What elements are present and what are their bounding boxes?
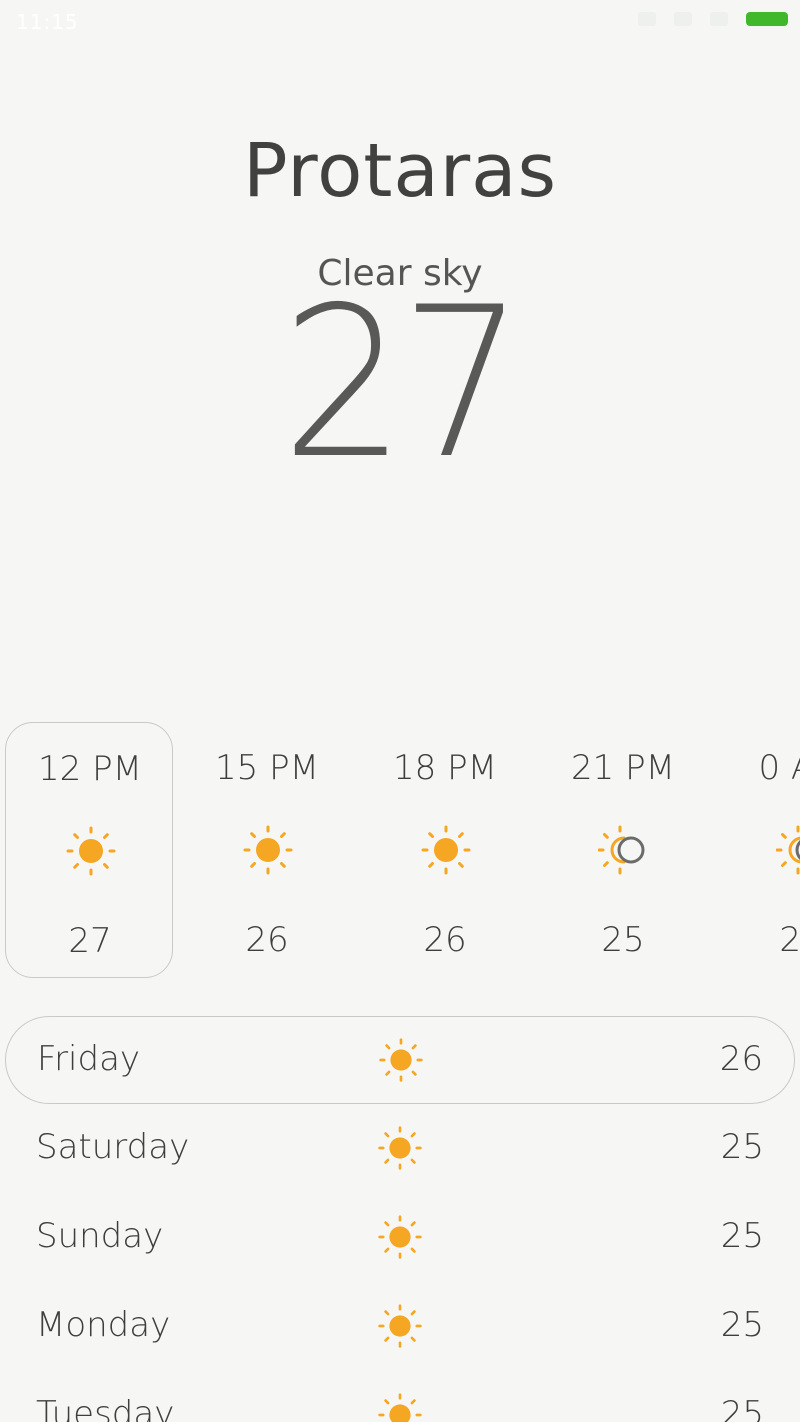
sun-icon	[377, 1303, 423, 1349]
weather-screen: 11:15 Protaras Clear sky 27 12 PM 27 15 …	[0, 0, 800, 1422]
day-temp: 26	[719, 1039, 763, 1079]
list-item[interactable]: Saturday 25	[5, 1105, 795, 1193]
list-item[interactable]: Monday 25	[5, 1283, 795, 1371]
hour-card[interactable]: 12 PM 27	[5, 722, 173, 978]
moon-sun-icon	[598, 824, 650, 876]
sun-icon	[378, 1037, 424, 1083]
day-temp: 25	[720, 1216, 764, 1256]
moon-sun-icon	[776, 824, 800, 876]
hour-temp: 26	[245, 920, 289, 960]
day-temp: 25	[720, 1127, 764, 1167]
list-item[interactable]: Tuesday 25	[5, 1372, 795, 1422]
sun-icon	[65, 825, 117, 877]
day-name: Friday	[37, 1039, 141, 1079]
hour-label: 18 PM	[393, 748, 497, 788]
hour-label: 15 PM	[215, 748, 319, 788]
notification-icon	[638, 12, 656, 26]
sun-icon	[377, 1214, 423, 1260]
hour-label: 21 PM	[571, 748, 675, 788]
list-item[interactable]: Sunday 25	[5, 1194, 795, 1282]
hour-temp: 26	[423, 920, 467, 960]
hour-card[interactable]: 15 PM 26	[183, 722, 351, 978]
hour-temp: 25	[601, 920, 645, 960]
sun-icon	[377, 1392, 423, 1422]
day-name: Tuesday	[36, 1394, 175, 1422]
status-bar: 11:15	[0, 0, 800, 44]
day-name: Monday	[36, 1305, 171, 1345]
current-temperature: 27	[281, 263, 524, 505]
battery-icon	[746, 12, 788, 26]
day-name: Sunday	[36, 1216, 164, 1256]
day-name: Saturday	[36, 1127, 190, 1167]
sun-icon	[377, 1125, 423, 1171]
hour-temp: 27	[68, 921, 112, 961]
day-temp: 25	[720, 1394, 764, 1422]
hour-card[interactable]: 18 PM 26	[361, 722, 529, 978]
sun-icon	[242, 824, 294, 876]
signal-icon	[710, 12, 728, 26]
hour-label: 12 PM	[38, 749, 142, 789]
hour-card[interactable]: 0 AM 25	[717, 722, 800, 978]
hour-card[interactable]: 21 PM 25	[539, 722, 707, 978]
wifi-icon	[674, 12, 692, 26]
hour-label: 0 AM	[758, 748, 800, 788]
status-time: 11:15	[16, 10, 79, 34]
hour-temp: 25	[779, 920, 800, 960]
list-item[interactable]: Friday 26	[5, 1016, 795, 1104]
sun-icon	[420, 824, 472, 876]
hourly-forecast[interactable]: 12 PM 27 15 PM 26 18 PM 26 21 PM 25 0 AM…	[0, 722, 800, 982]
day-temp: 25	[720, 1305, 764, 1345]
status-icons	[638, 12, 788, 26]
city-name: Protaras	[242, 128, 558, 214]
